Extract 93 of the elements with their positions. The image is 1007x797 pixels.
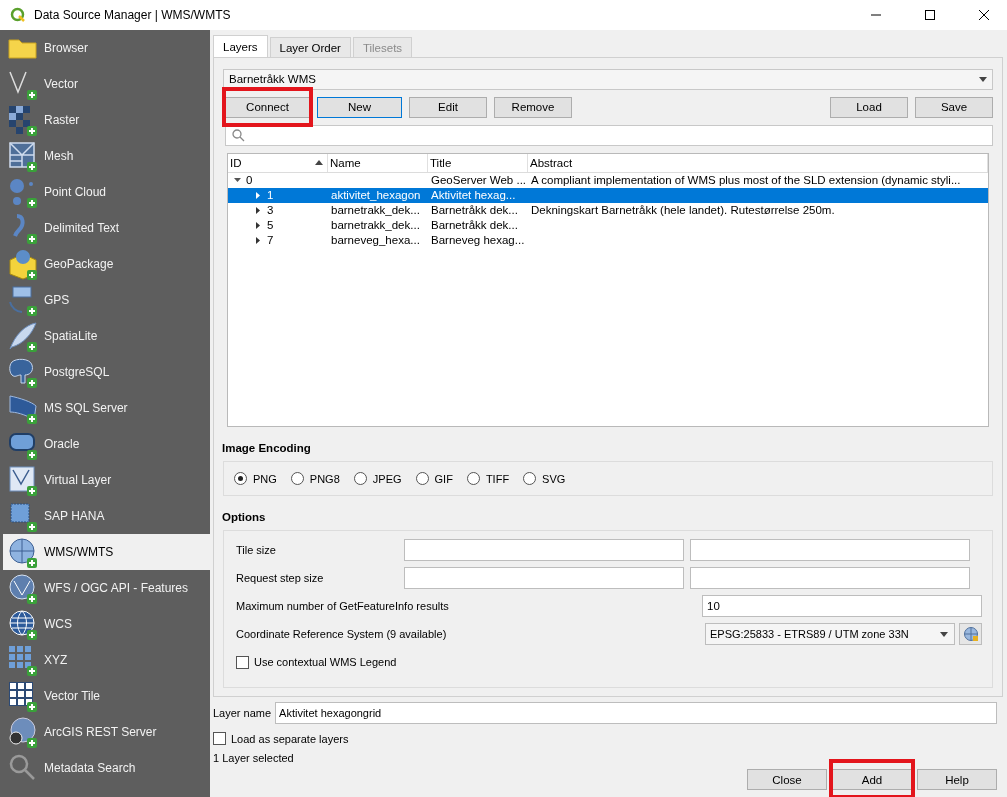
radio-button[interactable]: SVG: [523, 472, 566, 485]
sidebar-item[interactable]: Vector Tile: [3, 678, 210, 714]
status-text: 1 Layer selected: [213, 752, 295, 764]
checkbox[interactable]: Load as separate layers: [213, 732, 997, 745]
sidebar-item[interactable]: ArcGIS REST Server: [3, 714, 210, 750]
table-cell: barnetrakk_dek...: [331, 219, 420, 232]
button[interactable]: Connect: [225, 96, 310, 118]
crs-select-button[interactable]: [959, 623, 982, 645]
option-label: Tile size: [236, 544, 277, 556]
sidebar-item[interactable]: GPS: [3, 282, 210, 318]
input-field[interactable]: [690, 567, 970, 589]
sidebar-item[interactable]: MS SQL Server: [3, 390, 210, 426]
option-label: Coordinate Reference System (9 available): [236, 628, 447, 640]
sidebar-item[interactable]: Virtual Layer: [3, 462, 210, 498]
connection-dropdown[interactable]: Barnetråkk WMS: [223, 69, 993, 90]
button[interactable]: New: [317, 96, 402, 118]
table-cell: 3: [267, 204, 274, 217]
sidebar-item[interactable]: Mesh: [3, 138, 210, 174]
table-cell: 5: [267, 219, 274, 232]
tile-grid-icon: [7, 680, 39, 712]
button[interactable]: Save: [915, 96, 993, 118]
sidebar-item[interactable]: PostgreSQL: [3, 354, 210, 390]
column-header[interactable]: Abstract: [528, 153, 988, 172]
radio-button[interactable]: PNG: [234, 472, 277, 485]
option-label: Request step size: [236, 572, 325, 584]
window-title: Data Source Manager | WMS/WMTS: [34, 8, 232, 22]
field-label: Layer name: [213, 707, 272, 719]
caret-icon: [979, 76, 987, 82]
sidebar-item[interactable]: Point Cloud: [3, 174, 210, 210]
button[interactable]: Close: [747, 769, 827, 790]
crs-dropdown[interactable]: EPSG:25833 - ETRS89 / UTM zone 33N: [705, 623, 955, 645]
sidebar-item[interactable]: SAP HANA: [3, 498, 210, 534]
radio-button[interactable]: TIFF: [466, 472, 510, 485]
sidebar-item[interactable]: SpatiaLite: [3, 318, 210, 354]
sidebar-item[interactable]: WCS: [3, 606, 210, 642]
point-cloud-icon: [7, 176, 39, 208]
sidebar-item[interactable]: Oracle: [3, 426, 210, 462]
table-cell: A compliant implementation of WMS plus most of the SLD extension (dynamic styli...: [531, 174, 961, 187]
table-cell: 1: [267, 189, 274, 202]
sidebar-item[interactable]: Delimited Text: [3, 210, 210, 246]
input-field[interactable]: [404, 567, 684, 589]
table-cell: barneveg_hexa...: [331, 234, 420, 247]
tab[interactable]: Layers: [213, 35, 268, 57]
button[interactable]: Remove: [494, 96, 572, 118]
input-field[interactable]: Aktivitet hexagongrid: [275, 702, 997, 724]
radio-button[interactable]: JPEG: [353, 472, 402, 485]
vector-layer-icon: [7, 464, 39, 496]
input-field[interactable]: [690, 539, 970, 561]
column-header[interactable]: ID: [228, 153, 328, 172]
sidebar-item[interactable]: WFS / OGC API - Features: [3, 570, 210, 606]
sort-arrow-icon: [315, 160, 323, 166]
table-cell: 0: [246, 174, 253, 187]
radio-button[interactable]: GIF: [415, 472, 453, 485]
table-cell: Aktivitet hexag...: [431, 189, 516, 202]
button[interactable]: Edit: [409, 96, 487, 118]
checker-grid-icon: [7, 104, 39, 136]
sidebar-item[interactable]: Metadata Search: [3, 750, 210, 786]
table-cell: aktivitet_hexagon: [331, 189, 421, 202]
table-cell: Barnetråkk dek...: [431, 219, 518, 232]
feather-icon: [7, 320, 39, 352]
button[interactable]: Help: [917, 769, 997, 790]
table-cell: Dekningskart Barnetråkk (hele landet). Rutestørrelse 250m.: [531, 204, 835, 217]
expanded-arrow-icon[interactable]: [234, 176, 241, 184]
sidebar-item[interactable]: GeoPackage: [3, 246, 210, 282]
search-field[interactable]: [225, 124, 993, 146]
input-field[interactable]: [404, 539, 684, 561]
table-cell: Barneveg hexag...: [431, 234, 525, 247]
tab[interactable]: Layer Order: [269, 37, 351, 57]
table-cell: Barnetråkk dek...: [431, 204, 518, 217]
section-title: Options: [222, 511, 267, 523]
tile-grid-icon: [7, 644, 39, 676]
table-cell: GeoServer Web ...: [431, 174, 527, 187]
app-logo-icon: [10, 7, 26, 23]
table-cell: 7: [267, 234, 274, 247]
mesh-icon: [7, 140, 39, 172]
sidebar-item[interactable]: WMS/WMTS: [3, 534, 210, 570]
table-cell: barnetrakk_dek...: [331, 204, 420, 217]
sidebar-item[interactable]: Raster: [3, 102, 210, 138]
column-header[interactable]: Name: [328, 153, 428, 172]
sidebar-item[interactable]: XYZ: [3, 642, 210, 678]
option-label: Maximum number of GetFeatureInfo results: [236, 600, 449, 612]
button[interactable]: Load: [830, 96, 908, 118]
checkbox[interactable]: Use contextual WMS Legend: [236, 655, 397, 669]
radio-button[interactable]: PNG8: [290, 472, 340, 485]
caret-icon: [940, 631, 948, 637]
sidebar-item[interactable]: Vector: [3, 66, 210, 102]
search-icon: [232, 128, 245, 142]
input-field[interactable]: 10: [702, 595, 982, 617]
sidebar-item[interactable]: Browser: [3, 30, 210, 66]
column-header[interactable]: Title: [428, 153, 528, 172]
section-title: Image Encoding: [222, 442, 312, 454]
button[interactable]: Add: [832, 769, 912, 790]
square-icon: [7, 500, 39, 532]
